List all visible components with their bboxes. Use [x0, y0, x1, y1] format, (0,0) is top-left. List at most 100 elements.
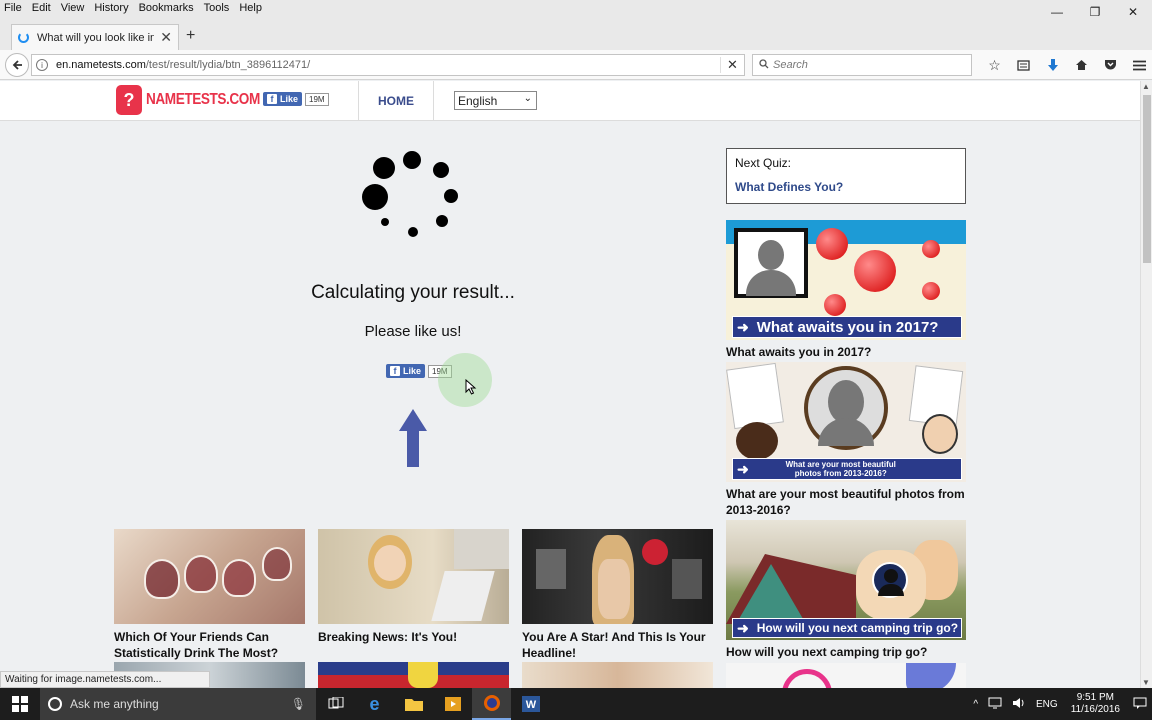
scroll-up-icon[interactable]: ▲ [1142, 82, 1150, 91]
side-quiz-card[interactable]: ➜ How will you next camping trip go? How… [726, 520, 966, 660]
quiz-banner-text: What awaits you in 2017? [756, 318, 939, 336]
menu-history[interactable]: History [89, 2, 133, 14]
home-icon[interactable] [1067, 54, 1096, 76]
quiz-thumbnail[interactable]: ➜ How will you next camping trip go? [726, 520, 966, 640]
quiz-caption[interactable]: What are your most beautiful photos from… [726, 486, 966, 518]
quiz-thumbnail[interactable]: ➜ What are your most beautiful photos fr… [726, 362, 966, 482]
quiz-banner-text: What are your most beautiful photos from… [785, 460, 896, 478]
quiz-caption[interactable]: You Are A Star! And This Is Your Headlin… [522, 629, 713, 661]
quiz-thumbnail[interactable] [522, 529, 713, 624]
new-tab-button[interactable]: + [186, 27, 195, 45]
quiz-card[interactable]: You Are A Star! And This Is Your Headlin… [522, 529, 713, 661]
logo-mark: ? [116, 85, 142, 115]
quiz-card[interactable] [318, 662, 509, 688]
menu-edit[interactable]: Edit [27, 2, 56, 14]
loading-spinner-icon [18, 32, 29, 43]
scrollbar-thumb[interactable] [1143, 95, 1151, 263]
facebook-icon: f [267, 94, 277, 104]
system-tray: ^ ENG 9:51 PM 11/16/2016 [968, 692, 1152, 716]
cortana-search-box[interactable]: Ask me anything 🎙 [40, 688, 316, 720]
clock-time: 9:51 PM [1076, 692, 1114, 703]
header-facebook-like: f Like 19M [263, 92, 329, 106]
quiz-caption[interactable]: Breaking News: It's You! [318, 629, 509, 645]
next-quiz-label: Next Quiz: [735, 156, 792, 170]
fb-like-label: Like [280, 94, 299, 104]
quiz-card[interactable] [522, 662, 713, 688]
start-button[interactable] [0, 688, 40, 720]
loading-spinner [360, 149, 466, 249]
reading-list-icon[interactable] [1009, 54, 1038, 76]
side-quiz-card[interactable]: ➜ What are your most beautiful photos fr… [726, 362, 966, 518]
avatar-placeholder [734, 228, 808, 298]
side-quiz-card[interactable]: ➜ What awaits you in 2017? What awaits y… [726, 220, 966, 360]
menu-tools[interactable]: Tools [199, 2, 235, 14]
firefox-icon[interactable] [472, 688, 511, 720]
notifications-icon[interactable] [1133, 697, 1147, 712]
windows-logo-icon [12, 696, 28, 712]
quiz-caption[interactable]: How will you next camping trip go? [726, 644, 966, 660]
avatar-placeholder [804, 366, 888, 450]
hamburger-menu-icon[interactable] [1125, 54, 1152, 76]
edge-browser-icon[interactable]: e [355, 688, 394, 720]
back-arrow-icon [12, 60, 22, 70]
volume-icon[interactable] [1012, 697, 1026, 712]
quiz-banner: ➜ What are your most beautiful photos fr… [732, 458, 962, 480]
quiz-card[interactable]: Breaking News: It's You! [318, 529, 509, 645]
microphone-icon[interactable]: 🎙 [291, 697, 306, 711]
arrow-right-icon: ➜ [737, 460, 749, 477]
network-icon[interactable] [988, 697, 1002, 712]
next-quiz-box[interactable]: Next Quiz: What Defines You? [726, 148, 966, 204]
tab-close-icon[interactable]: ✕ [160, 29, 172, 46]
quiz-thumbnail[interactable] [114, 529, 305, 624]
quiz-thumbnail[interactable] [522, 662, 713, 688]
quiz-thumbnail[interactable] [318, 529, 509, 624]
url-bar[interactable]: i en.nametests.com/test/result/lydia/btn… [31, 54, 745, 76]
menu-bookmarks[interactable]: Bookmarks [134, 2, 199, 14]
mouse-cursor-icon [465, 379, 477, 395]
menu-file[interactable]: File [0, 2, 27, 14]
language-select[interactable]: English ⌄ [454, 91, 537, 110]
url-domain: en.nametests.com [56, 59, 146, 71]
site-logo[interactable]: ? NAMETESTS.COM [116, 85, 280, 115]
quiz-banner: ➜ What awaits you in 2017? [732, 316, 962, 338]
file-explorer-icon[interactable] [394, 688, 433, 720]
quiz-thumbnail[interactable] [318, 662, 509, 688]
quiz-thumbnail[interactable]: ➜ What awaits you in 2017? [726, 220, 966, 340]
system-clock[interactable]: 9:51 PM 11/16/2016 [1071, 692, 1120, 716]
please-like-text: Please like us! [364, 323, 462, 340]
menu-bar: File Edit View History Bookmarks Tools H… [0, 0, 1152, 16]
back-button[interactable] [5, 53, 29, 77]
media-player-icon[interactable] [433, 688, 472, 720]
url-text[interactable]: en.nametests.com/test/result/lydia/btn_3… [56, 59, 720, 71]
scroll-down-icon[interactable]: ▼ [1142, 678, 1150, 687]
chevron-down-icon: ⌄ [523, 93, 532, 104]
search-input[interactable]: Search [752, 54, 972, 76]
info-icon[interactable]: i [36, 59, 48, 71]
fb-like-count: 19M [305, 92, 329, 106]
next-quiz-title[interactable]: What Defines You? [735, 180, 957, 194]
clock-date: 11/16/2016 [1070, 704, 1120, 715]
menu-help[interactable]: Help [234, 2, 267, 14]
stop-loading-icon[interactable]: ✕ [720, 57, 744, 73]
quiz-caption[interactable]: What awaits you in 2017? [726, 344, 966, 360]
quiz-thumbnail[interactable] [726, 663, 966, 688]
url-path: /test/result/lydia/btn_3896112471/ [145, 59, 311, 71]
quiz-banner-text: How will you next camping trip go? [756, 621, 959, 635]
quiz-caption[interactable]: Which Of Your Friends Can Statistically … [114, 629, 305, 661]
facebook-like-button[interactable]: f Like [386, 364, 426, 378]
bookmark-star-icon[interactable]: ☆ [980, 54, 1009, 76]
menu-view[interactable]: View [56, 2, 90, 14]
pocket-icon[interactable] [1096, 54, 1125, 76]
word-icon[interactable]: W [511, 688, 550, 720]
facebook-like-button[interactable]: f Like [263, 92, 303, 106]
side-quiz-card[interactable] [726, 663, 966, 688]
task-view-icon[interactable] [316, 688, 355, 720]
browser-tab[interactable]: What will you look like in ... ✕ [11, 24, 179, 50]
quiz-card[interactable]: Which Of Your Friends Can Statistically … [114, 529, 305, 661]
page-scrollbar[interactable]: ▲ ▼ [1140, 81, 1152, 688]
language-indicator[interactable]: ENG [1036, 699, 1058, 710]
quiz-banner: ➜ How will you next camping trip go? [732, 618, 962, 638]
show-hidden-icons-icon[interactable]: ^ [973, 699, 978, 710]
home-link[interactable]: HOME [378, 94, 414, 108]
download-icon[interactable] [1038, 54, 1067, 76]
